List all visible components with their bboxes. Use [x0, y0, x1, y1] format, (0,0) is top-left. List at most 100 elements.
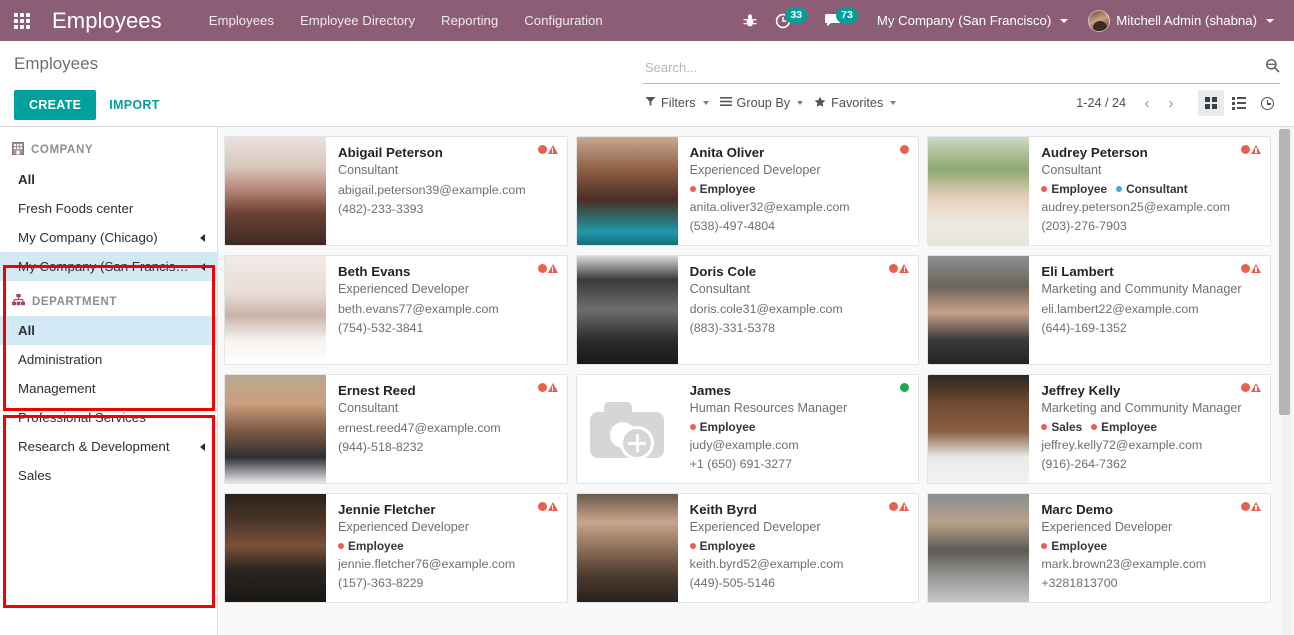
status-dot-red-icon[interactable] [1240, 264, 1250, 273]
sidebar-item-department-sales[interactable]: Sales [0, 461, 217, 490]
employee-phone[interactable]: (449)-505-5146 [690, 574, 910, 593]
employee-card[interactable]: Eli Lambert Marketing and Community Manag… [927, 255, 1271, 365]
employee-email[interactable]: audrey.peterson25@example.com [1041, 198, 1261, 217]
filters-dropdown[interactable]: Filters [643, 92, 718, 114]
employee-phone[interactable]: (916)-264-7362 [1041, 455, 1261, 474]
warning-triangle-icon[interactable] [1250, 145, 1261, 154]
employee-email[interactable]: anita.oliver32@example.com [690, 198, 910, 217]
employee-tag[interactable]: Employee [689, 420, 755, 434]
employee-tag[interactable]: Employee [338, 539, 404, 553]
employee-card[interactable]: Jennie Fletcher Experienced Developer Empl… [224, 493, 568, 603]
status-dot-red-icon[interactable] [1240, 502, 1250, 511]
employee-email[interactable]: jennie.fletcher76@example.com [338, 555, 558, 574]
user-menu[interactable]: Mitchell Admin (shabna) [1078, 0, 1284, 41]
employee-tag[interactable]: Employee [689, 539, 755, 553]
employee-tag[interactable]: Employee [1091, 420, 1157, 434]
activity-view-button[interactable] [1254, 90, 1280, 116]
warning-triangle-icon[interactable] [547, 145, 558, 154]
status-dot-red-icon[interactable] [900, 145, 910, 154]
warning-triangle-icon[interactable] [547, 502, 558, 511]
employee-phone[interactable]: (754)-532-3841 [338, 319, 558, 338]
search-input[interactable] [643, 58, 1259, 76]
expand-arrow-icon[interactable] [200, 442, 205, 451]
employee-email[interactable]: beth.evans77@example.com [338, 300, 558, 319]
employee-card[interactable]: Abigail Peterson Consultant abigail.peters… [224, 136, 568, 246]
warning-triangle-icon[interactable] [899, 264, 910, 273]
search-icon[interactable] [1259, 58, 1280, 77]
pager-previous-button[interactable]: ‹ [1136, 91, 1158, 115]
employee-card[interactable]: James Human Resources Manager Employee judy… [575, 374, 920, 484]
employee-email[interactable]: abigail.peterson39@example.com [338, 181, 558, 200]
employee-phone[interactable]: (883)-331-5378 [690, 319, 910, 338]
employee-tag[interactable]: Sales [1041, 420, 1082, 434]
list-view-button[interactable] [1226, 90, 1252, 116]
employee-email[interactable]: doris.cole31@example.com [690, 300, 910, 319]
menu-item-reporting[interactable]: Reporting [428, 2, 511, 39]
menu-item-configuration[interactable]: Configuration [511, 2, 615, 39]
status-dot-red-icon[interactable] [537, 502, 547, 511]
warning-triangle-icon[interactable] [1250, 383, 1261, 392]
employee-phone[interactable]: (644)-169-1352 [1041, 319, 1261, 338]
employee-email[interactable]: judy@example.com [690, 436, 910, 455]
employee-phone[interactable]: +3281813700 [1041, 574, 1261, 593]
employee-card[interactable]: Jeffrey Kelly Marketing and Community Man… [927, 374, 1271, 484]
employee-tag[interactable]: Employee [1041, 539, 1107, 553]
create-button[interactable]: CREATE [14, 90, 97, 120]
warning-triangle-icon[interactable] [1250, 502, 1261, 511]
groupby-dropdown[interactable]: Group By [718, 92, 813, 114]
employee-card[interactable]: Ernest Reed Consultant ernest.reed47@examp… [224, 374, 568, 484]
employee-email[interactable]: ernest.reed47@example.com [338, 419, 558, 438]
status-dot-red-icon[interactable] [1240, 145, 1250, 154]
company-switcher[interactable]: My Company (San Francisco) [867, 0, 1078, 41]
employee-email[interactable]: mark.brown23@example.com [1041, 555, 1261, 574]
sidebar-item-department-research-development[interactable]: Research & Development [0, 432, 217, 461]
sidebar-item-department-all[interactable]: All [0, 316, 217, 345]
sidebar-item-company-my-company-chicago[interactable]: My Company (Chicago) [0, 223, 217, 252]
sidebar-item-company-fresh-foods-center[interactable]: Fresh Foods center [0, 194, 217, 223]
status-dot-green-icon[interactable] [900, 383, 910, 392]
status-dot-red-icon[interactable] [889, 264, 899, 273]
status-dot-red-icon[interactable] [537, 145, 547, 154]
employee-card[interactable]: Beth Evans Experienced Developer beth.evan… [224, 255, 568, 365]
employee-card[interactable]: Doris Cole Consultant doris.cole31@example… [575, 255, 920, 365]
employee-tag[interactable]: Employee [1041, 182, 1107, 196]
employee-tag[interactable]: Consultant [1116, 182, 1188, 196]
employee-photo-placeholder[interactable] [576, 375, 678, 483]
warning-triangle-icon[interactable] [547, 383, 558, 392]
status-dot-red-icon[interactable] [537, 383, 547, 392]
warning-triangle-icon[interactable] [547, 264, 558, 273]
kanban-view-button[interactable] [1198, 90, 1224, 116]
employee-card[interactable]: Marc Demo Experienced Developer Employee ma… [927, 493, 1271, 603]
import-button[interactable]: IMPORT [96, 90, 172, 120]
activities-menu[interactable]: 33 [766, 0, 816, 41]
messages-menu[interactable]: 73 [816, 0, 867, 41]
status-dot-red-icon[interactable] [1240, 383, 1250, 392]
employee-phone[interactable]: (203)-276-7903 [1041, 217, 1261, 236]
employee-phone[interactable]: +1 (650) 691-3277 [690, 455, 910, 474]
pager-next-button[interactable]: › [1160, 91, 1182, 115]
sidebar-item-department-professional-services[interactable]: Professional Services [0, 403, 217, 432]
apps-grid-icon[interactable] [0, 0, 44, 41]
employee-tag[interactable]: Employee [689, 182, 755, 196]
employee-phone[interactable]: (157)-363-8229 [338, 574, 558, 593]
employee-phone[interactable]: (482)-233-3393 [338, 200, 558, 219]
employee-card[interactable]: Audrey Peterson Consultant Employee Consult… [927, 136, 1271, 246]
kanban-scrollbar-track[interactable] [1279, 127, 1292, 635]
sidebar-item-department-administration[interactable]: Administration [0, 345, 217, 374]
employee-phone[interactable]: (944)-518-8232 [338, 438, 558, 457]
status-dot-red-icon[interactable] [537, 264, 547, 273]
employee-phone[interactable]: (538)-497-4804 [690, 217, 910, 236]
employee-card[interactable]: Keith Byrd Experienced Developer Employee k… [575, 493, 920, 603]
kanban-scrollbar-thumb[interactable] [1279, 129, 1290, 415]
expand-arrow-icon[interactable] [200, 233, 205, 242]
employee-email[interactable]: jeffrey.kelly72@example.com [1041, 436, 1261, 455]
sidebar-item-company-all[interactable]: All [0, 165, 217, 194]
favorites-dropdown[interactable]: Favorites [812, 92, 905, 115]
bug-icon[interactable] [734, 0, 766, 41]
warning-triangle-icon[interactable] [899, 502, 910, 511]
employee-card[interactable]: Anita Oliver Experienced Developer Employe… [575, 136, 920, 246]
status-dot-red-icon[interactable] [889, 502, 899, 511]
expand-arrow-icon[interactable] [200, 262, 205, 271]
employee-email[interactable]: eli.lambert22@example.com [1041, 300, 1261, 319]
warning-triangle-icon[interactable] [1250, 264, 1261, 273]
